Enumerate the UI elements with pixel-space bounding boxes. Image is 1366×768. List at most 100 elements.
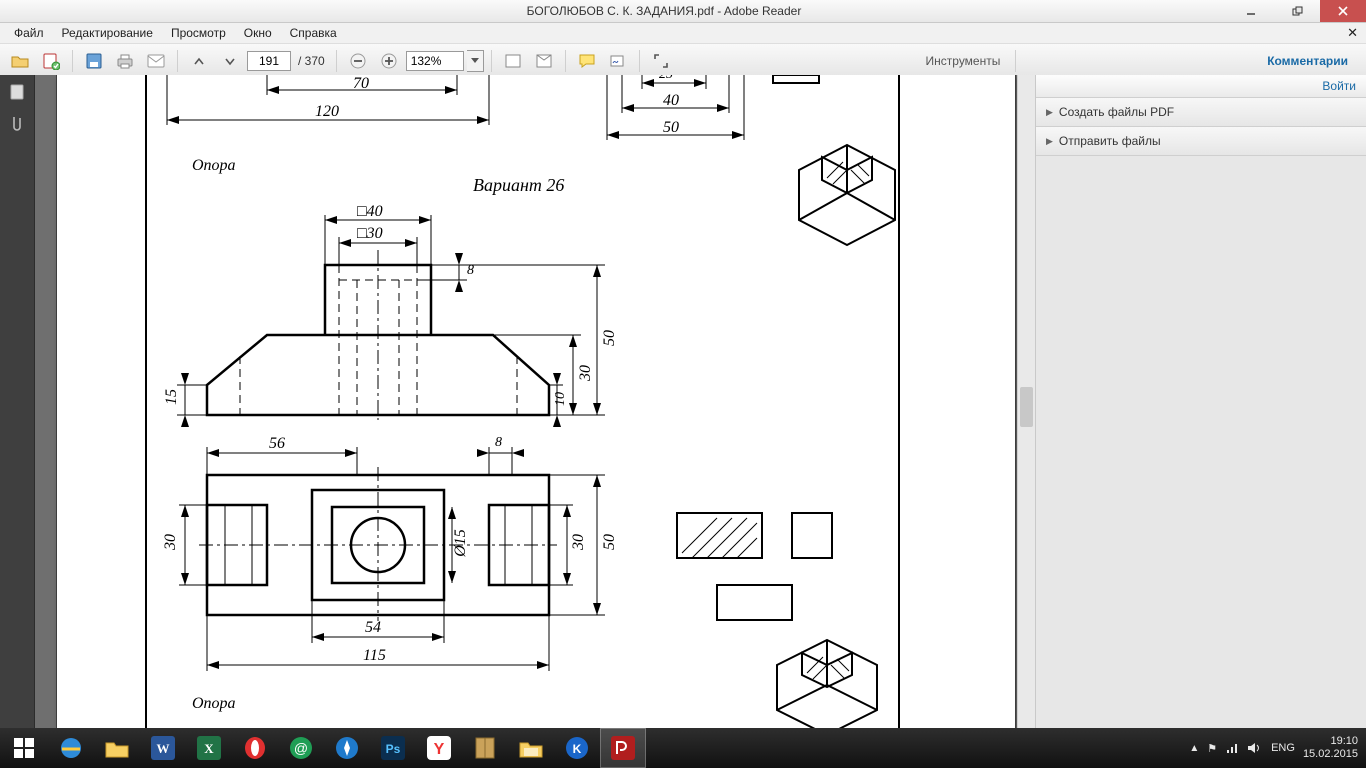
folder-open-icon bbox=[518, 737, 544, 759]
zoom-in-icon bbox=[380, 52, 398, 70]
document-viewport[interactable]: 70 120 Опора 25 40 50 Вариант 26 □40 □30… bbox=[35, 75, 1035, 728]
panel-create-pdf-label: Создать файлы PDF bbox=[1059, 105, 1174, 119]
folder-open-icon bbox=[11, 53, 29, 69]
page-number-input[interactable] bbox=[247, 51, 291, 71]
workspace: 70 120 Опора 25 40 50 Вариант 26 □40 □30… bbox=[0, 75, 1366, 728]
panel-create-pdf[interactable]: ▶ Создать файлы PDF bbox=[1036, 98, 1366, 127]
create-pdf-button[interactable] bbox=[37, 47, 65, 75]
disclosure-triangle-icon: ▶ bbox=[1046, 107, 1053, 118]
email-button[interactable] bbox=[142, 47, 170, 75]
page-up-icon bbox=[192, 54, 206, 68]
task-yandex[interactable]: Y bbox=[416, 728, 462, 768]
dim-phi15: Ø15 bbox=[452, 529, 470, 557]
tray-flag-icon[interactable]: ⚑ bbox=[1207, 742, 1217, 755]
close-button[interactable] bbox=[1320, 0, 1366, 22]
label-opora-top: Опора bbox=[192, 157, 236, 175]
save-button[interactable] bbox=[80, 47, 108, 75]
main-toolbar: / 370 bbox=[0, 44, 1366, 78]
fit-width-icon bbox=[504, 54, 522, 68]
minimize-icon bbox=[1246, 6, 1256, 16]
task-word[interactable]: W bbox=[140, 728, 186, 768]
system-tray: ▲ ⚑ ENG 19:10 15.02.2015 bbox=[1189, 735, 1366, 761]
tray-date: 15.02.2015 bbox=[1303, 748, 1358, 761]
vertical-scrollbar[interactable] bbox=[1017, 75, 1035, 728]
dim-30v3: 30 bbox=[570, 534, 588, 550]
menu-edit[interactable]: Редактирование bbox=[54, 24, 161, 42]
fit-page-button[interactable] bbox=[530, 47, 558, 75]
tray-language[interactable]: ENG bbox=[1271, 742, 1295, 754]
close-icon bbox=[1338, 6, 1348, 16]
signature-button[interactable] bbox=[604, 47, 632, 75]
zoom-field[interactable] bbox=[406, 51, 464, 71]
page-down-icon bbox=[223, 54, 237, 68]
compass-icon bbox=[335, 736, 359, 760]
start-button[interactable] bbox=[0, 728, 48, 768]
speech-bubble-icon bbox=[578, 53, 596, 69]
svg-text:Y: Y bbox=[434, 741, 445, 758]
print-button[interactable] bbox=[111, 47, 139, 75]
menu-view[interactable]: Просмотр bbox=[163, 24, 234, 42]
network-icon[interactable] bbox=[1225, 741, 1239, 755]
dim-15v: 15 bbox=[163, 389, 181, 405]
page-prev-button[interactable] bbox=[216, 47, 244, 75]
svg-text:X: X bbox=[204, 741, 214, 756]
volume-icon[interactable] bbox=[1247, 742, 1263, 754]
title-bar: БОГОЛЮБОВ С. К. ЗАДАНИЯ.pdf - Adobe Read… bbox=[0, 0, 1366, 23]
zoom-in-button[interactable] bbox=[375, 47, 403, 75]
page-thumbnails-icon bbox=[8, 83, 26, 101]
document-close-button[interactable]: ✕ bbox=[1347, 25, 1358, 41]
window-title: БОГОЛЮБОВ С. К. ЗАДАНИЯ.pdf - Adobe Read… bbox=[100, 4, 1228, 18]
menu-window[interactable]: Окно bbox=[236, 24, 280, 42]
task-archive[interactable] bbox=[462, 728, 508, 768]
dim-30v: 30 bbox=[577, 365, 595, 381]
taskbar: W X @ Ps Y K ▲ ⚑ ENG 19:10 15.02.2015 bbox=[0, 728, 1366, 768]
task-adobe-reader[interactable] bbox=[600, 728, 646, 768]
page-first-button[interactable] bbox=[185, 47, 213, 75]
page-total: / 370 bbox=[298, 54, 325, 68]
dim-sq40: □40 bbox=[357, 203, 383, 221]
open-button[interactable] bbox=[6, 47, 34, 75]
opera-icon bbox=[243, 736, 267, 760]
attachments-button[interactable] bbox=[6, 113, 28, 135]
yandex-icon: Y bbox=[427, 736, 451, 760]
ie-icon bbox=[58, 735, 84, 761]
menu-file[interactable]: Файл bbox=[6, 24, 52, 42]
tools-panel-toggle[interactable]: Инструменты bbox=[914, 49, 1013, 73]
dim-50: 50 bbox=[663, 119, 679, 137]
task-photoshop[interactable]: Ps bbox=[370, 728, 416, 768]
zoom-dropdown[interactable] bbox=[467, 50, 484, 72]
task-excel[interactable]: X bbox=[186, 728, 232, 768]
menu-help[interactable]: Справка bbox=[282, 24, 345, 42]
tray-up-icon[interactable]: ▲ bbox=[1189, 743, 1199, 754]
read-mode-button[interactable] bbox=[647, 47, 675, 75]
maximize-button[interactable] bbox=[1274, 0, 1320, 22]
scrollbar-thumb[interactable] bbox=[1020, 387, 1033, 427]
dim-8b: 8 bbox=[495, 435, 502, 451]
minimize-button[interactable] bbox=[1228, 0, 1274, 22]
task-explorer[interactable] bbox=[94, 728, 140, 768]
task-compass[interactable] bbox=[324, 728, 370, 768]
printer-icon bbox=[116, 53, 134, 69]
zoom-out-button[interactable] bbox=[344, 47, 372, 75]
task-opera[interactable] bbox=[232, 728, 278, 768]
sign-in-link[interactable]: Войти bbox=[1036, 75, 1366, 98]
tray-clock[interactable]: 19:10 15.02.2015 bbox=[1303, 735, 1358, 761]
comments-toggle-button[interactable] bbox=[573, 47, 601, 75]
floppy-icon bbox=[86, 53, 102, 69]
task-mail[interactable]: @ bbox=[278, 728, 324, 768]
fit-width-button[interactable] bbox=[499, 47, 527, 75]
tools-side-panel: Войти ▶ Создать файлы PDF ▶ Отправить фа… bbox=[1035, 75, 1366, 728]
zoom-out-icon bbox=[349, 52, 367, 70]
task-ie[interactable] bbox=[48, 728, 94, 768]
comments-panel-toggle[interactable]: Комментарии bbox=[1255, 49, 1360, 73]
mail-icon: @ bbox=[289, 736, 313, 760]
panel-send-files[interactable]: ▶ Отправить файлы bbox=[1036, 127, 1366, 156]
disclosure-triangle-icon: ▶ bbox=[1046, 136, 1053, 147]
dim-8a: 8 bbox=[467, 263, 474, 279]
task-kompas[interactable]: K bbox=[554, 728, 600, 768]
adobe-reader-icon bbox=[611, 736, 635, 760]
task-folder-open[interactable] bbox=[508, 728, 554, 768]
dim-120: 120 bbox=[315, 103, 339, 121]
dim-25: 25 bbox=[659, 75, 673, 83]
thumbnails-button[interactable] bbox=[6, 81, 28, 103]
